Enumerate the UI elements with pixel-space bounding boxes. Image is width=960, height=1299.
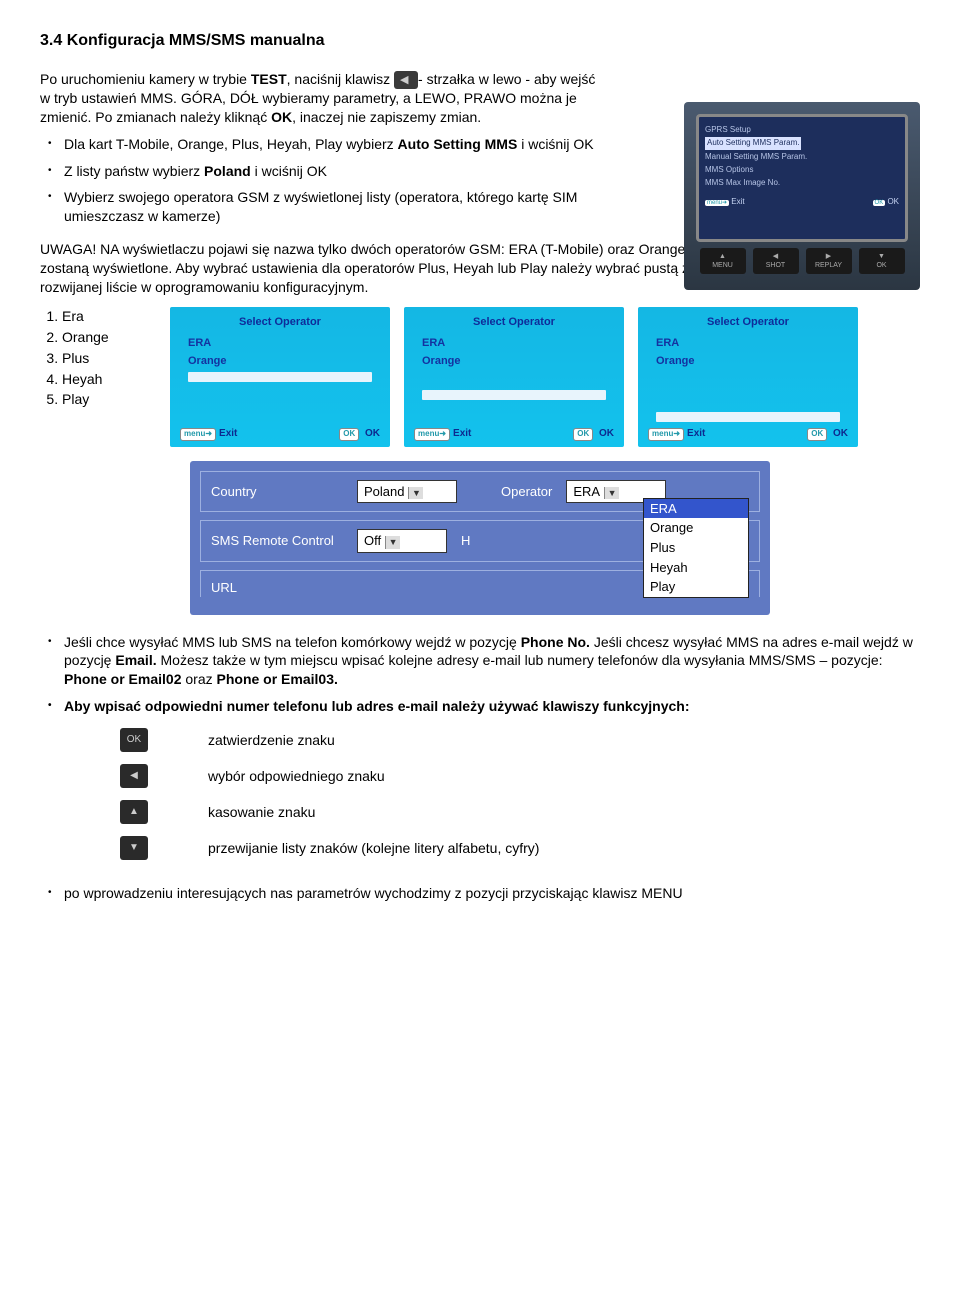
- bold: Auto Setting MMS: [398, 136, 518, 152]
- bold: Poland: [204, 163, 251, 179]
- label-h: H: [461, 532, 470, 550]
- label-url: URL: [211, 579, 343, 597]
- config-row-country: Country Poland▼ Operator ERA▼ ERA Orange…: [200, 471, 760, 513]
- device-button-row: ▲MENU ◀SHOT ▶REPLAY ▼OK: [696, 248, 908, 275]
- list-item: Jeśli chce wysyłać MMS lub SMS na telefo…: [64, 633, 920, 690]
- dropdown-option[interactable]: Heyah: [644, 558, 748, 578]
- list-item: Plus: [62, 349, 152, 368]
- label-test: TEST: [251, 71, 287, 87]
- key-desc: wybór odpowiedniego znaku: [208, 767, 385, 786]
- list-item: po wprowadzeniu interesujących nas param…: [64, 884, 920, 903]
- ok-label: OK OK: [573, 427, 614, 441]
- list-item: Play: [62, 390, 152, 409]
- text: , naciśnij klawisz: [287, 71, 394, 87]
- text: Jeśli chce wysyłać MMS lub SMS na telefo…: [64, 634, 521, 650]
- screen-title: Select Operator: [178, 315, 382, 330]
- up-key-icon: ▲: [120, 800, 148, 824]
- country-select[interactable]: Poland▼: [357, 480, 457, 504]
- key-desc: zatwierdzenie znaku: [208, 731, 335, 750]
- bold: Phone No.: [521, 634, 590, 650]
- operator-screenshot-3: Select Operator ERA Orange menu➜Exit OK …: [638, 307, 858, 447]
- bullet-list-1: Dla kart T-Mobile, Orange, Plus, Heyah, …: [40, 135, 600, 227]
- menu-line: MMS Max Image No.: [705, 178, 899, 189]
- text: Po uruchomieniu kamery w trybie: [40, 71, 251, 87]
- sms-select[interactable]: Off▼: [357, 529, 447, 553]
- left-arrow-icon: [394, 71, 418, 89]
- ok-label: OK OK: [339, 427, 380, 441]
- list-item: Wybierz swojego operatora GSM z wyświetl…: [64, 188, 600, 226]
- left-key-icon: ◀: [120, 764, 148, 788]
- text: , inaczej nie zapiszemy zmian.: [292, 109, 481, 125]
- text: Z listy państw wybierz: [64, 163, 204, 179]
- list-item: Era: [62, 307, 152, 326]
- down-key-icon: ▼: [120, 836, 148, 860]
- menu-button: ▲MENU: [700, 248, 746, 275]
- label-ok: OK: [271, 109, 292, 125]
- ok-button: ▼OK: [859, 248, 905, 275]
- screen-option: ERA: [656, 336, 840, 351]
- ok-label: OK OK: [873, 197, 899, 208]
- text: i wciśnij OK: [251, 163, 327, 179]
- bullet-list-3: po wprowadzeniu interesujących nas param…: [40, 884, 920, 903]
- ok-label: OK OK: [807, 427, 848, 441]
- replay-button: ▶REPLAY: [806, 248, 852, 275]
- operator-ordered-list: Era Orange Plus Heyah Play: [40, 307, 152, 411]
- key-desc: kasowanie znaku: [208, 803, 315, 822]
- menu-line-selected: Auto Setting MMS Param.: [705, 137, 801, 150]
- exit-label: menu➜Exit: [414, 427, 471, 441]
- key-functions: OK zatwierdzenie znaku ◀ wybór odpowiednie…: [120, 728, 920, 860]
- dropdown-option[interactable]: Play: [644, 577, 748, 597]
- screen-option: Orange: [422, 354, 606, 369]
- exit-label: menu➜ Exit: [705, 197, 745, 208]
- menu-line: Manual Setting MMS Param.: [705, 152, 899, 163]
- list-item: Dla kart T-Mobile, Orange, Plus, Heyah, …: [64, 135, 600, 154]
- screen-title: Select Operator: [412, 315, 616, 330]
- operator-screenshot-2: Select Operator ERA Orange menu➜Exit OK …: [404, 307, 624, 447]
- bold: Phone or Email03.: [217, 671, 338, 687]
- label-operator: Operator: [501, 483, 552, 501]
- screen-option: Orange: [188, 354, 372, 369]
- key-desc: przewijanie listy znaków (kolejne litery…: [208, 839, 539, 858]
- text: i wciśnij OK: [517, 136, 593, 152]
- screen-option: ERA: [188, 336, 372, 351]
- highlight-bar: [656, 412, 840, 422]
- exit-label: menu➜Exit: [180, 427, 237, 441]
- camera-screen: GPRS Setup Auto Setting MMS Param. Manua…: [696, 114, 908, 242]
- camera-device-photo: GPRS Setup Auto Setting MMS Param. Manua…: [684, 102, 920, 290]
- menu-line: MMS Options: [705, 165, 899, 176]
- text: oraz: [181, 671, 216, 687]
- bold: Phone or Email02: [64, 671, 181, 687]
- text: Możesz także w tym miejscu wpisać kolejn…: [157, 652, 883, 668]
- highlight-bar: [188, 372, 372, 382]
- shot-button: ◀SHOT: [753, 248, 799, 275]
- text: Dla kart T-Mobile, Orange, Plus, Heyah, …: [64, 136, 398, 152]
- ok-key-icon: OK: [120, 728, 148, 752]
- dropdown-option[interactable]: Orange: [644, 518, 748, 538]
- operator-screenshot-1: Select Operator ERA Orange menu➜Exit OK …: [170, 307, 390, 447]
- config-software-screenshot: Country Poland▼ Operator ERA▼ ERA Orange…: [190, 461, 770, 615]
- list-item: Orange: [62, 328, 152, 347]
- screen-title: Select Operator: [646, 315, 850, 330]
- label-sms-remote: SMS Remote Control: [211, 532, 343, 550]
- operator-dropdown[interactable]: ERA Orange Plus Heyah Play: [643, 498, 749, 598]
- highlight-bar: [422, 390, 606, 400]
- menu-line: GPRS Setup: [705, 125, 899, 136]
- exit-label: menu➜Exit: [648, 427, 705, 441]
- intro-paragraph: Po uruchomieniu kamery w trybie TEST, na…: [40, 70, 600, 127]
- dropdown-option[interactable]: Plus: [644, 538, 748, 558]
- bold: Email.: [115, 652, 156, 668]
- list-item: Heyah: [62, 370, 152, 389]
- dropdown-option[interactable]: ERA: [644, 499, 748, 519]
- bullet-list-2: Jeśli chce wysyłać MMS lub SMS na telefo…: [40, 633, 920, 717]
- section-heading: 3.4 Konfiguracja MMS/SMS manualna: [40, 30, 920, 52]
- list-item: Aby wpisać odpowiedni numer telefonu lub…: [64, 697, 920, 716]
- label-country: Country: [211, 483, 343, 501]
- screen-option: ERA: [422, 336, 606, 351]
- list-item: Z listy państw wybierz Poland i wciśnij …: [64, 162, 600, 181]
- screen-option: Orange: [656, 354, 840, 369]
